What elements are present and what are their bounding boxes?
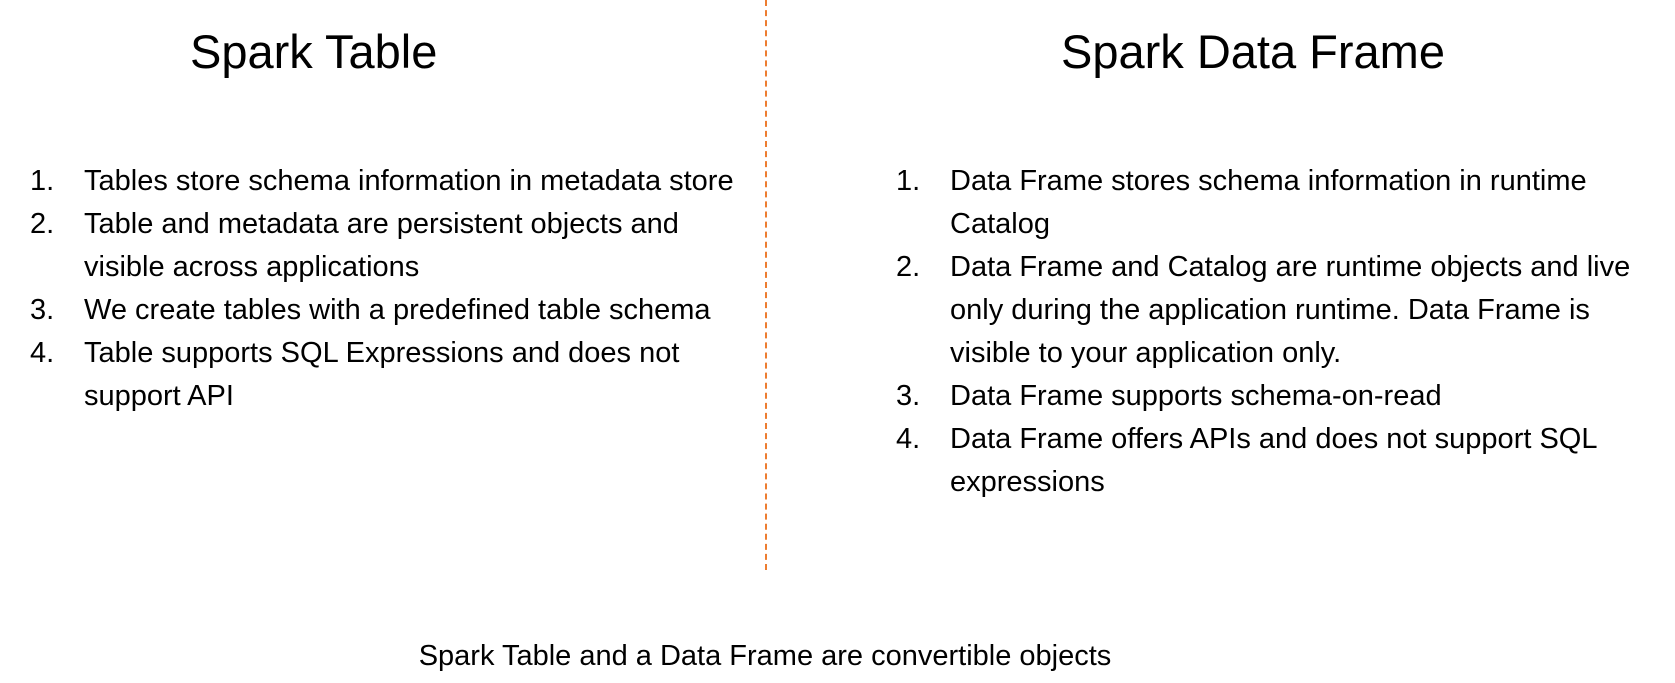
point-number: 3. bbox=[30, 294, 55, 326]
point-text: Data Frame offers APIs and does not supp… bbox=[950, 423, 1597, 498]
point-number: 4. bbox=[896, 423, 921, 455]
point-number: 3. bbox=[896, 380, 921, 412]
spark-data-frame-point: 1. Data Frame stores schema information … bbox=[896, 160, 1675, 246]
spark-table-point: 3. We create tables with a predefined ta… bbox=[30, 289, 750, 332]
point-number: 1. bbox=[896, 165, 921, 197]
spark-table-title: Spark Table bbox=[190, 25, 438, 78]
spark-table-point: 2. Table and metadata are persistent obj… bbox=[30, 203, 750, 289]
point-text: Tables store schema information in metad… bbox=[84, 165, 734, 197]
point-text: Table and metadata are persistent object… bbox=[84, 208, 679, 283]
point-number: 1. bbox=[30, 165, 55, 197]
spark-table-point: 1. Tables store schema information in me… bbox=[30, 160, 750, 203]
point-text: Table supports SQL Expressions and does … bbox=[84, 337, 680, 412]
point-text: Data Frame stores schema information in … bbox=[950, 165, 1587, 240]
column-divider bbox=[765, 0, 767, 570]
point-text: Data Frame supports schema-on-read bbox=[950, 380, 1442, 412]
spark-table-point: 4. Table supports SQL Expressions and do… bbox=[30, 332, 750, 418]
spark-data-frame-point: 2. Data Frame and Catalog are runtime ob… bbox=[896, 246, 1675, 375]
point-text: Data Frame and Catalog are runtime objec… bbox=[950, 251, 1631, 369]
point-number: 2. bbox=[30, 208, 55, 240]
point-number: 4. bbox=[30, 337, 55, 369]
spark-data-frame-point: 3. Data Frame supports schema-on-read bbox=[896, 375, 1675, 418]
spark-data-frame-point: 4. Data Frame offers APIs and does not s… bbox=[896, 418, 1675, 504]
point-number: 2. bbox=[896, 251, 921, 283]
spark-data-frame-points: 1. Data Frame stores schema information … bbox=[896, 160, 1675, 504]
spark-table-points: 1. Tables store schema information in me… bbox=[30, 160, 750, 418]
point-text: We create tables with a predefined table… bbox=[84, 294, 711, 326]
spark-data-frame-title: Spark Data Frame bbox=[1061, 25, 1445, 78]
convertible-note: Spark Table and a Data Frame are convert… bbox=[418, 640, 1112, 672]
